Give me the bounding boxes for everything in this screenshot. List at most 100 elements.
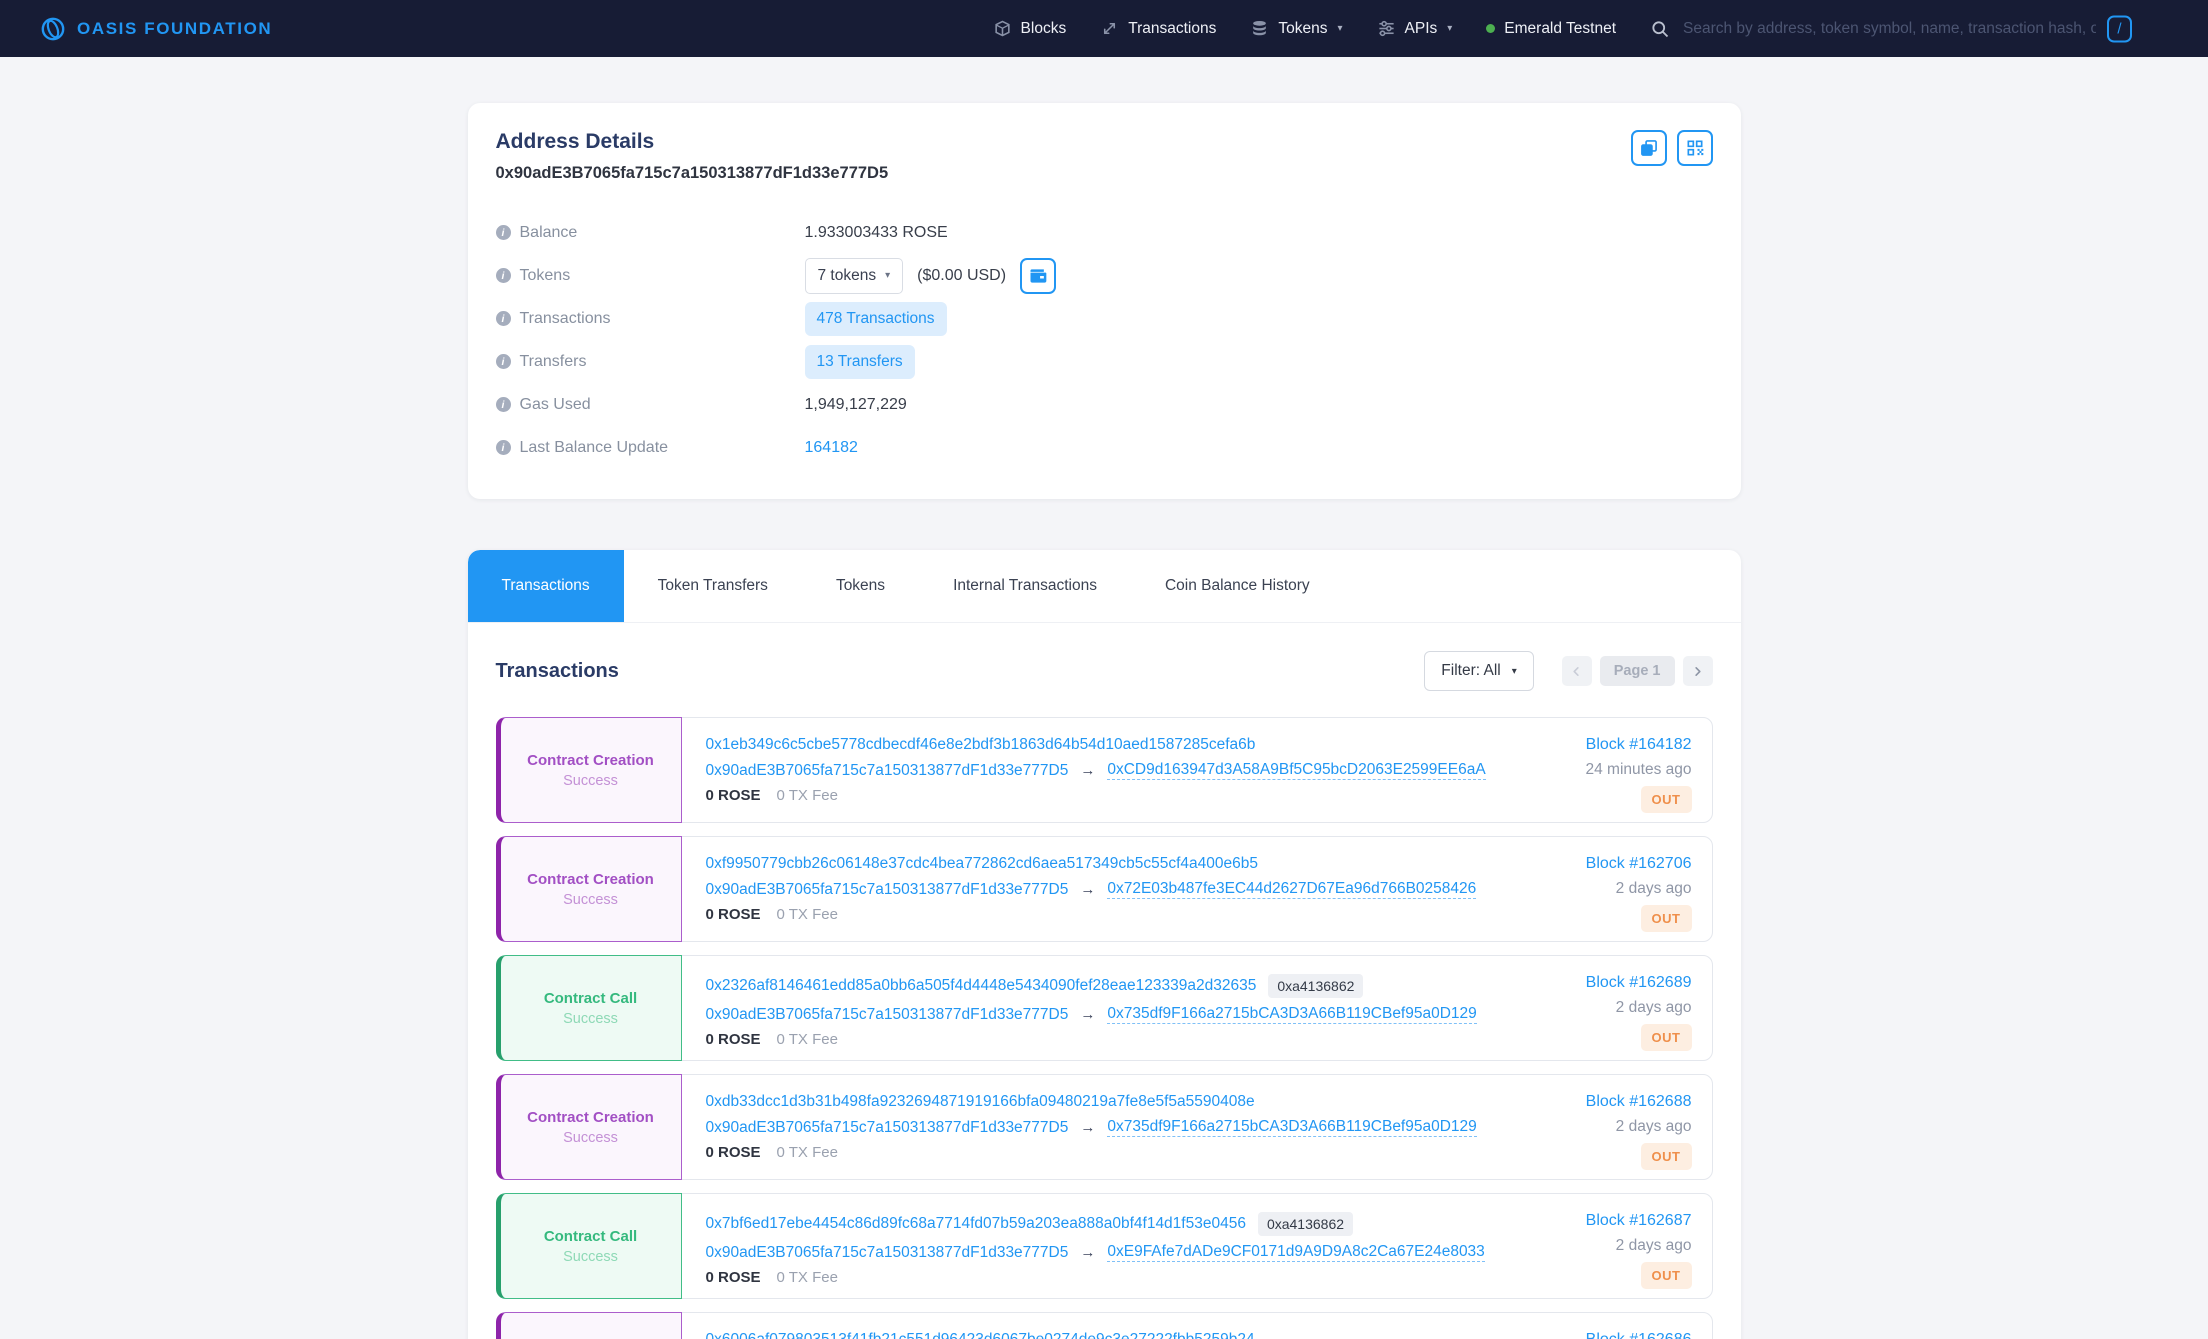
search-box: / <box>1650 19 2132 39</box>
transaction-row: Contract Creation Success 0xdb33dcc1d3b3… <box>496 1074 1713 1180</box>
qr-code-button[interactable] <box>1677 130 1713 166</box>
chevron-down-icon: ▾ <box>1337 23 1342 34</box>
tx-value: 0 ROSE <box>706 1269 761 1286</box>
tx-hash-link[interactable]: 0xf9950779cbb26c06148e37cdc4bea772862cd6… <box>706 855 1258 873</box>
detail-row-balance: i Balance 1.933003433 ROSE <box>496 211 1713 254</box>
status-badge: Success <box>563 1011 618 1027</box>
nav-item-label: Emerald Testnet <box>1504 20 1616 38</box>
tokens-dropdown[interactable]: 7 tokens ▾ <box>805 258 904 294</box>
transaction-row: Contract Creation Success 0x6006af079803… <box>496 1312 1713 1339</box>
chevron-down-icon: ▾ <box>1512 666 1517 677</box>
network-status-dot-icon <box>1486 24 1495 33</box>
search-icon <box>1650 19 1670 39</box>
tx-value: 0 ROSE <box>706 1031 761 1048</box>
last-balance-update-block-link[interactable]: 164182 <box>805 439 858 457</box>
tab-transactions[interactable]: Transactions <box>468 550 624 622</box>
filter-dropdown[interactable]: Filter: All ▾ <box>1424 651 1533 691</box>
tx-fee: 0 TX Fee <box>777 787 838 804</box>
search-input[interactable] <box>1683 20 2132 38</box>
from-address-link[interactable]: 0x90adE3B7065fa715c7a150313877dF1d33e777… <box>706 881 1069 899</box>
info-icon: i <box>496 268 511 283</box>
nav-item-label: Transactions <box>1128 20 1216 38</box>
block-link[interactable]: Block #162689 <box>1586 974 1692 992</box>
arrow-right-icon: → <box>1080 1244 1095 1261</box>
status-badge: Success <box>563 1130 618 1146</box>
coins-icon <box>1250 19 1269 38</box>
nav-item-label: Tokens <box>1278 20 1327 38</box>
tx-age: 24 minutes ago <box>1586 761 1692 779</box>
brand-logo[interactable]: OASIS FOUNDATION <box>40 16 272 42</box>
detail-row-gas-used: i Gas Used 1,949,127,229 <box>496 383 1713 426</box>
nav-item-tokens[interactable]: Tokens ▾ <box>1250 19 1342 38</box>
block-link[interactable]: Block #162706 <box>1586 855 1692 873</box>
wallet-icon <box>1028 266 1048 286</box>
tx-hash-link[interactable]: 0x1eb349c6c5cbe5778cdbecdf46e8e2bdf3b186… <box>706 736 1256 754</box>
tx-hash-link[interactable]: 0x7bf6ed17ebe4454c86d89fc68a7714fd07b59a… <box>706 1215 1246 1233</box>
arrow-right-icon: → <box>1080 1119 1095 1136</box>
tx-type-badge: Contract Creation Success <box>496 1074 682 1180</box>
info-icon: i <box>496 397 511 412</box>
page-indicator: Page 1 <box>1600 656 1675 686</box>
wallet-button[interactable] <box>1020 258 1056 294</box>
transactions-list: Contract Creation Success 0x1eb349c6c5cb… <box>496 717 1713 1339</box>
cube-icon <box>993 19 1012 38</box>
transaction-row: Contract Call Success 0x2326af8146461edd… <box>496 955 1713 1061</box>
from-address-link[interactable]: 0x90adE3B7065fa715c7a150313877dF1d33e777… <box>706 1119 1069 1137</box>
to-address-link[interactable]: 0xE9FAfe7dADe9CF0171d9A9D9A8c2Ca67E24e80… <box>1107 1243 1484 1262</box>
tx-age: 2 days ago <box>1616 1237 1692 1255</box>
swap-arrows-icon <box>1100 19 1119 38</box>
page-title: Address Details <box>496 130 889 154</box>
prev-page-button[interactable] <box>1562 656 1592 686</box>
tx-value: 0 ROSE <box>706 1144 761 1161</box>
nav-item-blocks[interactable]: Blocks <box>993 19 1067 38</box>
block-link[interactable]: Block #162686 <box>1586 1331 1692 1339</box>
tab-tokens[interactable]: Tokens <box>802 550 919 622</box>
tab-coin-balance-history[interactable]: Coin Balance History <box>1131 550 1344 622</box>
tx-hash-link[interactable]: 0x6006af079803513f41fb21c551d96423d6067b… <box>706 1331 1255 1339</box>
next-page-button[interactable] <box>1683 656 1713 686</box>
from-address-link[interactable]: 0x90adE3B7065fa715c7a150313877dF1d33e777… <box>706 1006 1069 1024</box>
info-icon: i <box>496 311 511 326</box>
transaction-row: Contract Creation Success 0xf9950779cbb2… <box>496 836 1713 942</box>
info-icon: i <box>496 225 511 240</box>
direction-badge: OUT <box>1641 1143 1692 1170</box>
tx-hash-link[interactable]: 0x2326af8146461edd85a0bb6a505f4d4448e543… <box>706 977 1257 995</box>
address-hash: 0x90adE3B7065fa715c7a150313877dF1d33e777… <box>496 164 889 183</box>
to-address-link[interactable]: 0x72E03b487fe3EC44d2627D67Ea96d766B02584… <box>1107 880 1476 899</box>
detail-row-tokens: i Tokens 7 tokens ▾ ($0.00 USD) <box>496 254 1713 297</box>
tx-fee: 0 TX Fee <box>777 1269 838 1286</box>
to-address-link[interactable]: 0xCD9d163947d3A58A9Bf5C95bcD2063E2599EE6… <box>1107 761 1485 780</box>
direction-badge: OUT <box>1641 1024 1692 1051</box>
tab-internal-transactions[interactable]: Internal Transactions <box>919 550 1131 622</box>
arrow-right-icon: → <box>1080 1006 1095 1023</box>
chevron-down-icon: ▾ <box>1447 23 1452 34</box>
nav-item-apis[interactable]: APIs ▾ <box>1377 19 1453 38</box>
tx-value: 0 ROSE <box>706 787 761 804</box>
detail-row-transactions: i Transactions 478 Transactions <box>496 297 1713 340</box>
to-address-link[interactable]: 0x735df9F166a2715bCA3D3A66B119CBef95a0D1… <box>1107 1005 1476 1024</box>
transactions-count-badge[interactable]: 478 Transactions <box>805 302 947 336</box>
from-address-link[interactable]: 0x90adE3B7065fa715c7a150313877dF1d33e777… <box>706 1244 1069 1262</box>
detail-row-transfers: i Transfers 13 Transfers <box>496 340 1713 383</box>
qr-code-icon <box>1685 138 1705 158</box>
tab-token-transfers[interactable]: Token Transfers <box>624 550 802 622</box>
nav-item-label: Blocks <box>1021 20 1067 38</box>
nav-item-transactions[interactable]: Transactions <box>1100 19 1216 38</box>
nav-item-network[interactable]: Emerald Testnet <box>1486 20 1616 38</box>
tx-type-badge: Contract Creation Success <box>496 836 682 942</box>
tab-bar: Transactions Token Transfers Tokens Inte… <box>468 550 1741 623</box>
tx-type-badge: Contract Call Success <box>496 955 682 1061</box>
balance-value: 1.933003433 ROSE <box>805 224 948 242</box>
block-link[interactable]: Block #162688 <box>1586 1093 1692 1111</box>
from-address-link[interactable]: 0x90adE3B7065fa715c7a150313877dF1d33e777… <box>706 762 1069 780</box>
transfers-count-badge[interactable]: 13 Transfers <box>805 345 915 379</box>
detail-row-last-balance-update: i Last Balance Update 164182 <box>496 426 1713 469</box>
block-link[interactable]: Block #162687 <box>1586 1212 1692 1230</box>
tx-hash-link[interactable]: 0xdb33dcc1d3b31b498fa9232694871919166bfa… <box>706 1093 1255 1111</box>
tx-age: 2 days ago <box>1616 880 1692 898</box>
to-address-link[interactable]: 0x735df9F166a2715bCA3D3A66B119CBef95a0D1… <box>1107 1118 1476 1137</box>
copy-icon <box>1639 138 1659 158</box>
copy-address-button[interactable] <box>1631 130 1667 166</box>
sliders-icon <box>1377 19 1396 38</box>
block-link[interactable]: Block #164182 <box>1586 736 1692 754</box>
